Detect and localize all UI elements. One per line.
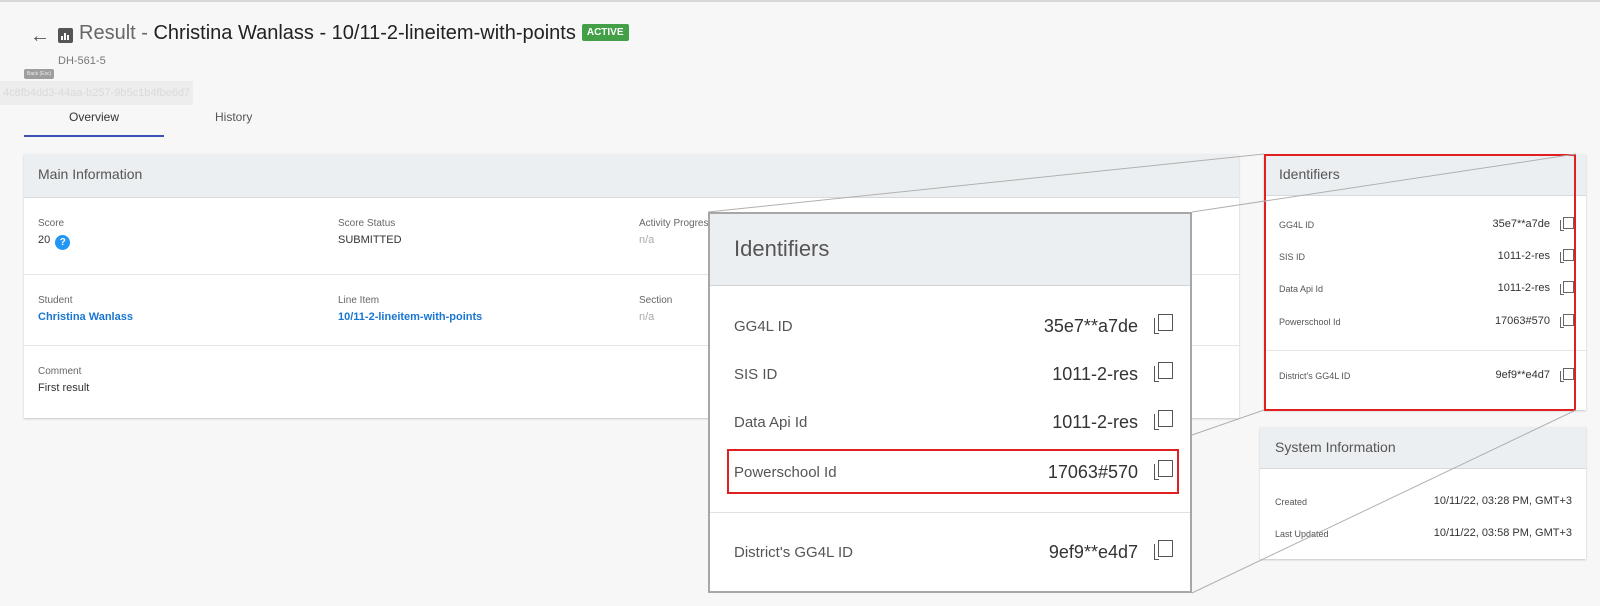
- zoom-identifier-label: SIS ID: [734, 366, 778, 383]
- zoom-identifier-value: 9ef9**e4d7: [1048, 542, 1138, 562]
- copy-icon[interactable]: [1154, 362, 1173, 382]
- identifiers-zoom-panel: Identifiers GG4L ID 35e7**a7de SIS ID 10…: [708, 212, 1192, 593]
- zoom-identifier-value: 1011-2-res: [1052, 412, 1138, 432]
- zoom-identifier-value: 1011-2-res: [1052, 364, 1138, 384]
- zoom-identifiers-title: Identifiers: [710, 214, 1190, 286]
- zoom-identifier-label: District's GG4L ID: [734, 544, 853, 561]
- copy-icon[interactable]: [1154, 314, 1173, 334]
- zoom-identifier-value: 35e7**a7de: [1043, 316, 1138, 336]
- powerschool-highlight-box: [727, 449, 1179, 494]
- zoom-identifier-row: Data Api Id 1011-2-res: [710, 402, 1190, 442]
- zoom-identifier-row: SIS ID 1011-2-res: [710, 354, 1190, 394]
- zoom-identifier-divider: [710, 512, 1190, 513]
- zoom-identifier-row: District's GG4L ID 9ef9**e4d7: [710, 532, 1190, 572]
- copy-icon[interactable]: [1154, 540, 1173, 560]
- zoom-identifier-label: Data Api Id: [734, 414, 808, 431]
- zoom-identifier-label: GG4L ID: [734, 318, 793, 335]
- copy-icon[interactable]: [1154, 410, 1173, 430]
- zoom-identifier-row: GG4L ID 35e7**a7de: [710, 306, 1190, 346]
